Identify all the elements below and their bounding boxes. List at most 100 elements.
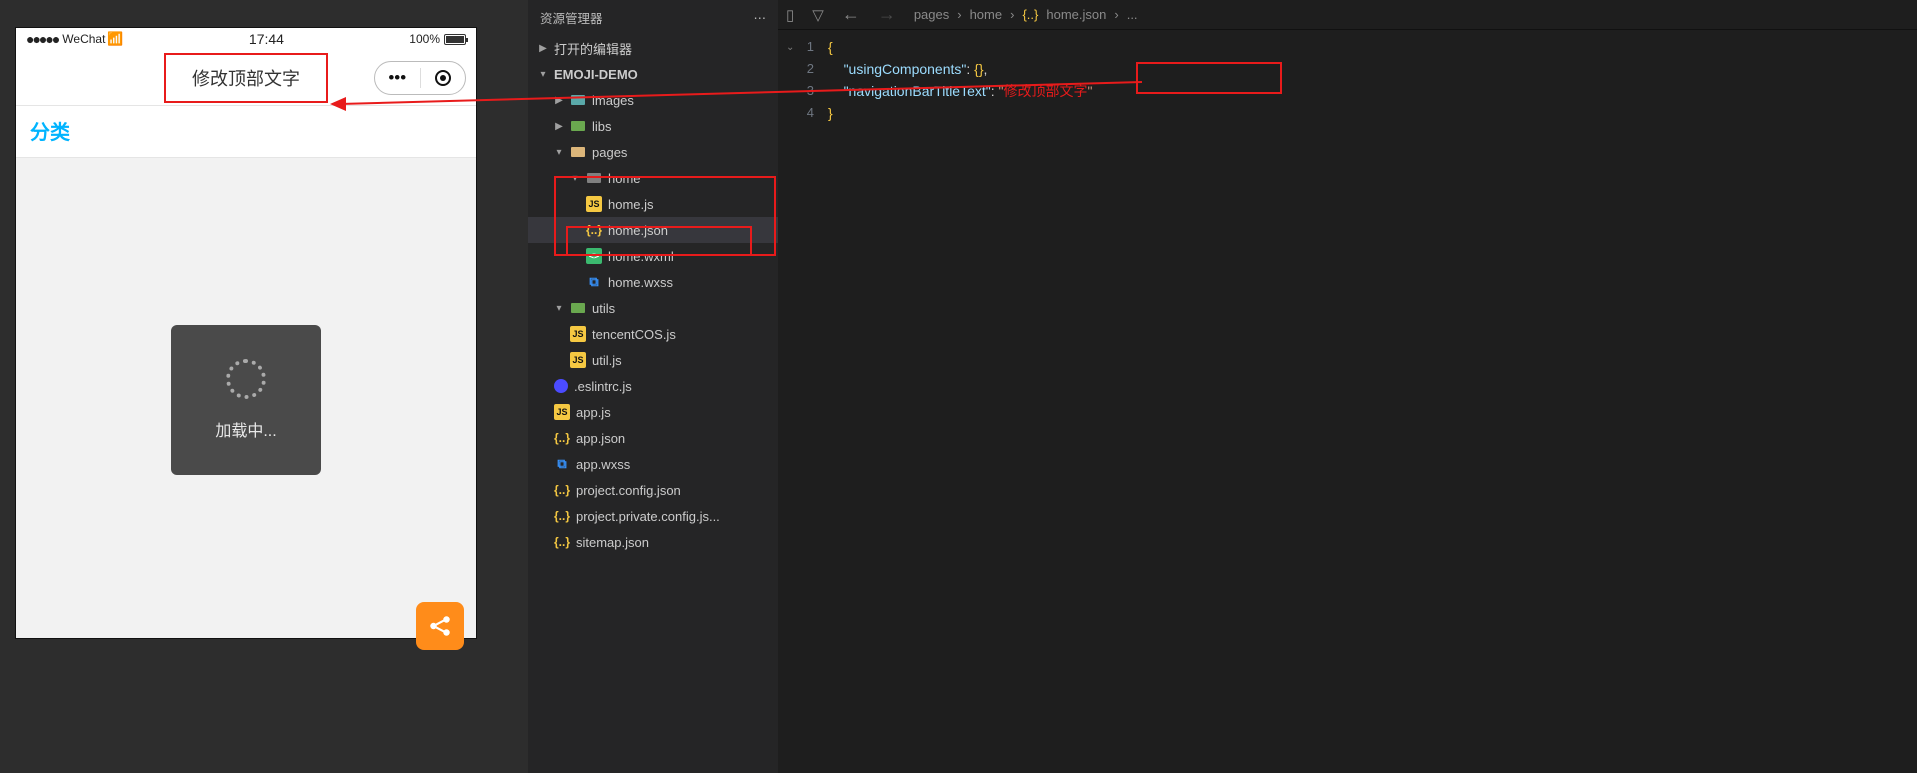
- fold-icon[interactable]: ⌄: [786, 37, 794, 59]
- explorer-header: 资源管理器 ⋯: [528, 0, 778, 35]
- file-app-json[interactable]: {..} app.json: [528, 425, 778, 451]
- folder-icon: [570, 300, 586, 316]
- file-util[interactable]: JS util.js: [528, 347, 778, 373]
- folder-pages[interactable]: ▾pages: [528, 139, 778, 165]
- tree-label: images: [592, 93, 634, 108]
- file-project-config[interactable]: {..} project.config.json: [528, 477, 778, 503]
- tree-label: home.wxss: [608, 275, 673, 290]
- editor-body[interactable]: ⌄ 1 2 3 4 { "usingComponents": {}, "navi…: [778, 30, 1917, 124]
- folder-icon: [586, 170, 602, 186]
- line-number: 3: [778, 80, 814, 102]
- file-tencentcos[interactable]: JS tencentCOS.js: [528, 321, 778, 347]
- js-file-icon: JS: [570, 352, 586, 368]
- bookmark-icon[interactable]: ▽: [812, 6, 824, 24]
- tree-label: app.json: [576, 431, 625, 446]
- battery-indicator: 100%: [409, 32, 466, 46]
- tree-label: home.js: [608, 197, 654, 212]
- folder-home[interactable]: ▾ home: [528, 165, 778, 191]
- code-value: 修改顶部文字: [1004, 83, 1088, 99]
- file-app-js[interactable]: JS app.js: [528, 399, 778, 425]
- tree-label: sitemap.json: [576, 535, 649, 550]
- tab-category[interactable]: 分类: [30, 122, 70, 144]
- nav-back-icon[interactable]: ←: [842, 4, 860, 25]
- json-file-icon: {..}: [1022, 7, 1038, 22]
- folder-icon: [570, 144, 586, 160]
- tree-label: home.json: [608, 223, 668, 238]
- tree-label: app.wxss: [576, 457, 630, 472]
- json-file-icon: {..}: [554, 508, 570, 524]
- minimap[interactable]: [1867, 30, 1917, 150]
- line-gutter: ⌄ 1 2 3 4: [778, 30, 828, 124]
- file-sitemap[interactable]: {..} sitemap.json: [528, 529, 778, 555]
- chevron-down-icon: ▾: [554, 303, 564, 314]
- section-project[interactable]: ▾EMOJI-DEMO: [528, 61, 778, 87]
- file-eslintrc[interactable]: .eslintrc.js: [528, 373, 778, 399]
- loading-label: 加载中...: [215, 417, 276, 441]
- capsule-close-icon[interactable]: [421, 70, 466, 86]
- chevron-right-icon: ▶: [554, 95, 564, 106]
- nav-forward-icon[interactable]: →: [878, 4, 896, 25]
- capsule-button[interactable]: •••: [374, 61, 466, 95]
- signal-dots-icon: ●●●●●: [26, 31, 58, 47]
- section-label: 打开的编辑器: [554, 39, 632, 58]
- tree-label: project.private.config.js...: [576, 509, 720, 524]
- wxml-file-icon: <>: [586, 248, 602, 264]
- chevron-right-icon: ▶: [538, 43, 548, 54]
- breadcrumb[interactable]: pages› home› {..} home.json› ...: [914, 7, 1138, 22]
- folder-images[interactable]: ▶ images: [528, 87, 778, 113]
- breadcrumb-item[interactable]: pages: [914, 7, 949, 22]
- wxss-file-icon: ⧉: [586, 274, 602, 290]
- breadcrumb-item[interactable]: home.json: [1046, 7, 1106, 22]
- editor-topbar: ▯ ▽ ← → pages› home› {..} home.json› ...: [778, 0, 1917, 30]
- nav-title-bar: 修改顶部文字 •••: [16, 50, 476, 106]
- file-home-js[interactable]: JS home.js: [528, 191, 778, 217]
- json-file-icon: {..}: [554, 534, 570, 550]
- share-fab[interactable]: [416, 602, 464, 650]
- js-file-icon: JS: [554, 404, 570, 420]
- capsule-more-icon[interactable]: •••: [375, 68, 420, 88]
- file-project-private-config[interactable]: {..} project.private.config.js...: [528, 503, 778, 529]
- json-file-icon: {..}: [554, 430, 570, 446]
- tree-label: tencentCOS.js: [592, 327, 676, 342]
- section-open-editors[interactable]: ▶ 打开的编辑器: [528, 35, 778, 61]
- folder-utils[interactable]: ▾ utils: [528, 295, 778, 321]
- explorer-more-icon[interactable]: ⋯: [754, 10, 767, 25]
- folder-libs[interactable]: ▶libs: [528, 113, 778, 139]
- js-file-icon: JS: [570, 326, 586, 342]
- file-home-wxml[interactable]: <> home.wxml: [528, 243, 778, 269]
- spinner-icon: [226, 359, 266, 399]
- js-file-icon: JS: [586, 196, 602, 212]
- chevron-down-icon: ▾: [538, 69, 548, 80]
- wifi-icon: 📶: [107, 31, 123, 47]
- tree-label: app.js: [576, 405, 611, 420]
- carrier-label: WeChat: [62, 32, 105, 46]
- battery-percent: 100%: [409, 32, 440, 46]
- json-file-icon: {..}: [554, 482, 570, 498]
- tree-label: util.js: [592, 353, 622, 368]
- code-value: {}: [974, 61, 983, 77]
- chevron-down-icon: ▾: [570, 173, 580, 184]
- tree-label: project.config.json: [576, 483, 681, 498]
- tree-label: home.wxml: [608, 249, 674, 264]
- tree-label: home: [608, 171, 641, 186]
- nav-title: 修改顶部文字: [164, 53, 328, 103]
- file-app-wxss[interactable]: ⧉app.wxss: [528, 451, 778, 477]
- json-file-icon: {..}: [586, 222, 602, 238]
- line-number: 4: [778, 102, 814, 124]
- chevron-down-icon: ▾: [554, 147, 564, 158]
- tree-label: libs: [592, 119, 612, 134]
- loading-toast: 加载中...: [171, 325, 321, 475]
- file-home-wxss[interactable]: ⧉ home.wxss: [528, 269, 778, 295]
- code-key: usingComponents: [849, 61, 962, 77]
- breadcrumb-more[interactable]: ...: [1127, 7, 1138, 22]
- explorer-title: 资源管理器: [540, 8, 603, 27]
- file-home-json[interactable]: {..} home.json: [528, 217, 778, 243]
- split-icon[interactable]: ▯: [786, 6, 794, 24]
- status-time: 17:44: [124, 31, 410, 47]
- breadcrumb-item[interactable]: home: [970, 7, 1003, 22]
- code-area[interactable]: { "usingComponents": {}, "navigationBarT…: [828, 30, 1093, 124]
- share-icon: [427, 613, 453, 639]
- simulator: ●●●●● WeChat 📶 17:44 100% 修改顶部文字 ••• 分类 …: [16, 28, 476, 638]
- tree-label: .eslintrc.js: [574, 379, 632, 394]
- tree-label: utils: [592, 301, 615, 316]
